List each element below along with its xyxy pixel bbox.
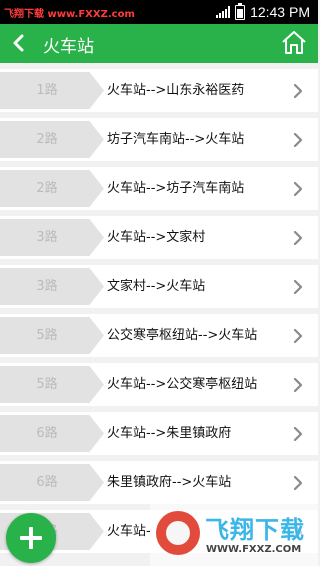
route-name: 火车站-->山东永裕医药 [107, 83, 245, 98]
route-row[interactable]: 1路 火车站-->山东永裕医药 [0, 69, 318, 112]
chevron-right-icon [293, 182, 303, 196]
status-time: 12:43 PM [250, 4, 310, 20]
app-header: 火车站 [0, 24, 318, 63]
chevron-right-icon [293, 231, 303, 245]
route-name: 火车站-->坊子汽车南站 [107, 181, 245, 196]
route-number: 2路 [36, 181, 58, 196]
home-icon [282, 31, 306, 54]
route-name: 火车站-->公交寒亭枢纽站 [107, 377, 258, 392]
back-button[interactable] [6, 30, 32, 56]
route-row[interactable]: 5路 公交寒亭枢纽站-->火车站 [0, 314, 318, 357]
route-row[interactable]: 6路 火车站-->朱里镇政府 [0, 412, 318, 455]
chevron-right-icon [293, 84, 303, 98]
home-button[interactable] [281, 29, 307, 55]
chevron-right-icon [293, 476, 303, 490]
chevron-right-icon [293, 133, 303, 147]
status-icons: 12:43 PM [216, 2, 310, 21]
chevron-right-icon [293, 280, 303, 294]
route-number: 3路 [36, 230, 58, 245]
chevron-right-icon [293, 329, 303, 343]
route-row[interactable]: 5路 火车站-->公交寒亭枢纽站 [0, 363, 318, 406]
route-number: 5路 [36, 377, 58, 392]
route-row[interactable]: 3路 文家村-->火车站 [0, 265, 318, 308]
page-title: 火车站 [43, 37, 94, 57]
route-row[interactable]: 2路 火车站-->坊子汽车南站 [0, 167, 318, 210]
route-number: 2路 [36, 132, 58, 147]
chevron-right-icon [293, 427, 303, 441]
plus-icon [20, 527, 42, 549]
signal-icon [216, 6, 231, 18]
add-button[interactable] [6, 513, 56, 563]
route-row[interactable]: 2路 坊子汽车南站-->火车站 [0, 118, 318, 161]
route-number: 6路 [36, 426, 58, 441]
route-name: 坊子汽车南站-->火车站 [107, 132, 245, 147]
route-name: 火车站-->文家村 [107, 230, 206, 245]
route-name: 火车站- [107, 524, 151, 539]
chevron-right-icon [293, 378, 303, 392]
route-name: 朱里镇政府-->火车站 [107, 475, 232, 490]
route-row[interactable]: 3路 火车站-->文家村 [0, 216, 318, 259]
route-number: 1路 [36, 83, 58, 98]
route-name: 公交寒亭枢纽站-->火车站 [107, 328, 258, 343]
chevron-left-icon [13, 34, 24, 52]
route-name: 文家村-->火车站 [107, 279, 206, 294]
route-number: 5路 [36, 328, 58, 343]
route-number: 3路 [36, 279, 58, 294]
route-list: 1路 火车站-->山东永裕医药 2路 坊子汽车南站-->火车站 2路 火车站-->坊子汽车… [0, 63, 318, 553]
route-row[interactable]: 6路 朱里镇政府-->火车站 [0, 461, 318, 504]
route-number: 6路 [36, 475, 58, 490]
battery-icon [235, 2, 246, 20]
status-bar: 飞翔下载 www.FXXZ.com 12:43 PM [0, 0, 318, 24]
status-watermark-text: 飞翔下载 www.FXXZ.com [4, 9, 135, 20]
route-name: 火车站-->朱里镇政府 [107, 426, 232, 441]
chevron-right-icon [293, 525, 303, 539]
